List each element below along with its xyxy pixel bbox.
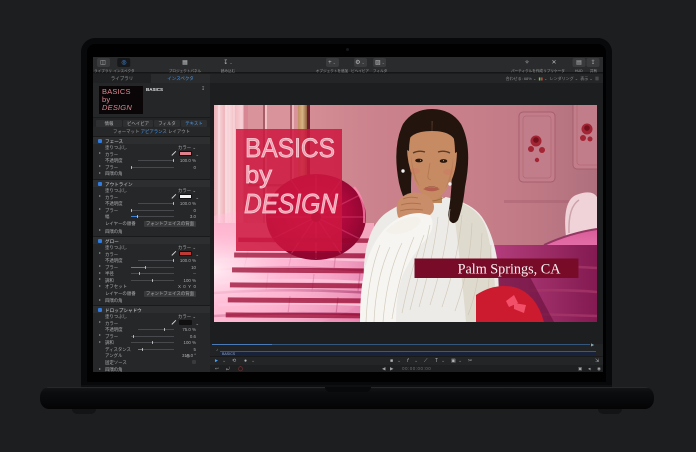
svg-text:DESIGN: DESIGN bbox=[244, 188, 339, 219]
svg-text:BASICS: BASICS bbox=[245, 133, 335, 163]
svg-text:by: by bbox=[245, 162, 272, 189]
svg-text:Palm Springs, CA: Palm Springs, CA bbox=[458, 262, 562, 278]
